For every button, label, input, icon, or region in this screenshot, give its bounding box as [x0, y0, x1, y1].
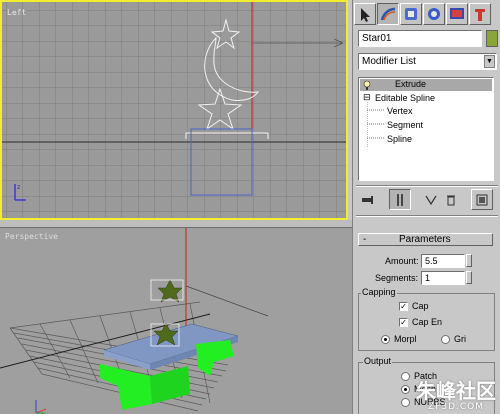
segments-input[interactable]: 1	[421, 271, 465, 285]
create-tab[interactable]	[354, 3, 376, 25]
output-mesh-radio[interactable]	[401, 385, 410, 394]
utilities-tab[interactable]	[469, 3, 491, 25]
perspective-viewport[interactable]: Perspective	[0, 227, 352, 414]
segments-spinner[interactable]	[466, 271, 472, 284]
stack-item-extrude[interactable]: Extrude	[395, 79, 426, 89]
moon-star-shape[interactable]	[2, 2, 346, 218]
parameters-rollout-header[interactable]: - Parameters	[358, 233, 493, 246]
configure-sets-icon	[476, 194, 488, 205]
rollout-title: Parameters	[399, 234, 451, 245]
amount-input[interactable]: 5.5	[421, 254, 465, 268]
pin-stack-button[interactable]	[358, 190, 378, 210]
table-leg-left	[100, 364, 152, 410]
morph-radio[interactable]	[381, 335, 390, 344]
make-unique-button[interactable]	[421, 190, 441, 210]
stack-item-vertex[interactable]: Vertex	[387, 106, 413, 116]
perspective-scene	[0, 228, 269, 412]
perspective-star-top	[157, 279, 183, 303]
make-unique-icon	[425, 195, 437, 206]
rollout-collapse-icon: -	[363, 234, 367, 245]
object-color-swatch[interactable]	[486, 30, 498, 47]
axis-tripod-icon: z	[14, 184, 26, 201]
stack-item-spline[interactable]: Spline	[387, 134, 412, 144]
motion-tab-icon	[428, 8, 440, 20]
morph-label: Morpl	[394, 334, 417, 344]
show-end-result-icon	[397, 193, 403, 206]
cap-start-label: Cap	[412, 301, 429, 311]
output-nurbs-radio[interactable]	[401, 398, 410, 407]
modifier-list-dropdown[interactable]: Modifier List ▼	[358, 53, 497, 70]
modify-tab-icon	[380, 7, 396, 21]
create-tab-icon	[361, 8, 370, 22]
crescent-moon-outline	[204, 36, 260, 101]
svg-text:z: z	[17, 184, 20, 191]
watermark-sub: ZF3D.COM	[428, 402, 484, 412]
object-name-field[interactable]: Star01	[358, 30, 482, 47]
grid-label: Gri	[454, 334, 466, 344]
dropdown-arrow-icon: ▼	[484, 55, 495, 68]
show-end-result-button[interactable]	[389, 189, 411, 210]
perspective-axis-icon	[35, 400, 47, 414]
display-tab[interactable]	[446, 3, 468, 25]
stack-item-segment[interactable]: Segment	[387, 120, 423, 130]
hierarchy-tab-icon	[405, 8, 417, 20]
viewport-separator	[0, 220, 352, 227]
modifier-stack: Extrude ⊟ Editable Spline Vertex Segment…	[358, 77, 494, 181]
amount-spinner[interactable]	[466, 254, 472, 267]
cap-end-label: Cap En	[412, 317, 443, 327]
utilities-tab-icon	[475, 9, 485, 21]
configure-modifier-sets-button[interactable]	[471, 189, 493, 210]
segments-label: Segments:	[375, 273, 419, 283]
modify-tab[interactable]	[377, 3, 399, 25]
trash-icon	[447, 195, 455, 206]
output-group-label: Output	[363, 356, 393, 366]
cap-end-checkbox[interactable]: ✓	[399, 318, 408, 327]
watermark-main: 朱峰社区	[416, 379, 496, 403]
box-object-outline	[190, 128, 253, 196]
amount-label: Amount:	[385, 256, 419, 266]
output-patch-radio[interactable]	[401, 372, 410, 381]
divider	[356, 215, 498, 217]
lightbulb-icon[interactable]	[363, 80, 371, 90]
top-star-outline	[210, 18, 241, 50]
command-panel: Star01 Modifier List ▼ Extrude ⊟ Editabl…	[352, 0, 500, 414]
grid-radio[interactable]	[441, 335, 450, 344]
display-tab-icon	[450, 8, 464, 19]
divider	[356, 185, 498, 187]
pin-stack-icon	[362, 196, 373, 204]
table-leg-right	[196, 340, 234, 376]
viewport-label-left[interactable]: Left	[7, 8, 26, 17]
remove-modifier-button[interactable]	[441, 190, 461, 210]
modifier-list-label: Modifier List	[362, 56, 416, 67]
watermark: 朱峰社区 ZF3D.COM	[416, 380, 496, 412]
capping-group-label: Capping	[361, 287, 397, 297]
hierarchy-tab[interactable]	[400, 3, 422, 25]
cap-start-checkbox[interactable]: ✓	[399, 302, 408, 311]
left-viewport[interactable]: z Left	[0, 0, 348, 220]
motion-tab[interactable]	[423, 3, 445, 25]
